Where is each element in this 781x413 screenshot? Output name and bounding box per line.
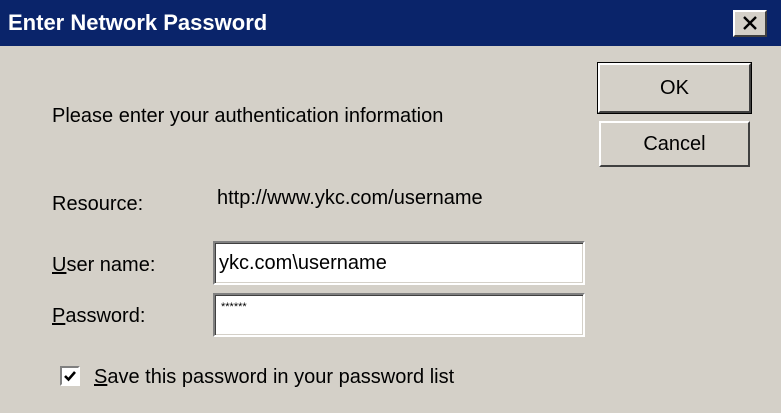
username-field[interactable]: ykc.com\username — [213, 241, 585, 285]
password-mnemonic: P — [52, 305, 66, 327]
save-password-mnemonic: S — [94, 366, 108, 388]
title-bar[interactable]: Enter Network Password — [0, 0, 781, 46]
checkmark-icon — [64, 371, 76, 382]
save-password-checkbox[interactable] — [60, 366, 80, 386]
password-label: Password: — [52, 304, 145, 328]
save-password-label-text: ave this password in your password list — [107, 366, 455, 388]
resource-label: Resource: — [52, 193, 144, 215]
username-label: User name: — [52, 253, 155, 277]
close-icon — [743, 16, 757, 30]
window-title: Enter Network Password — [8, 10, 268, 35]
network-password-dialog: Enter Network Password OK Cancel Please … — [0, 0, 781, 413]
resource-value: http://www.ykc.com/username — [217, 187, 483, 209]
prompt-text: Please enter your authentication informa… — [52, 105, 444, 127]
username-mnemonic: U — [52, 254, 67, 276]
username-label-text: ser name: — [66, 254, 156, 276]
close-button[interactable] — [733, 10, 767, 37]
ok-button[interactable]: OK — [597, 62, 752, 114]
password-field[interactable]: ****** — [213, 293, 585, 337]
save-password-label[interactable]: Save this password in your password list — [94, 365, 454, 389]
password-label-text: assword: — [65, 305, 146, 327]
cancel-button[interactable]: Cancel — [599, 121, 750, 167]
